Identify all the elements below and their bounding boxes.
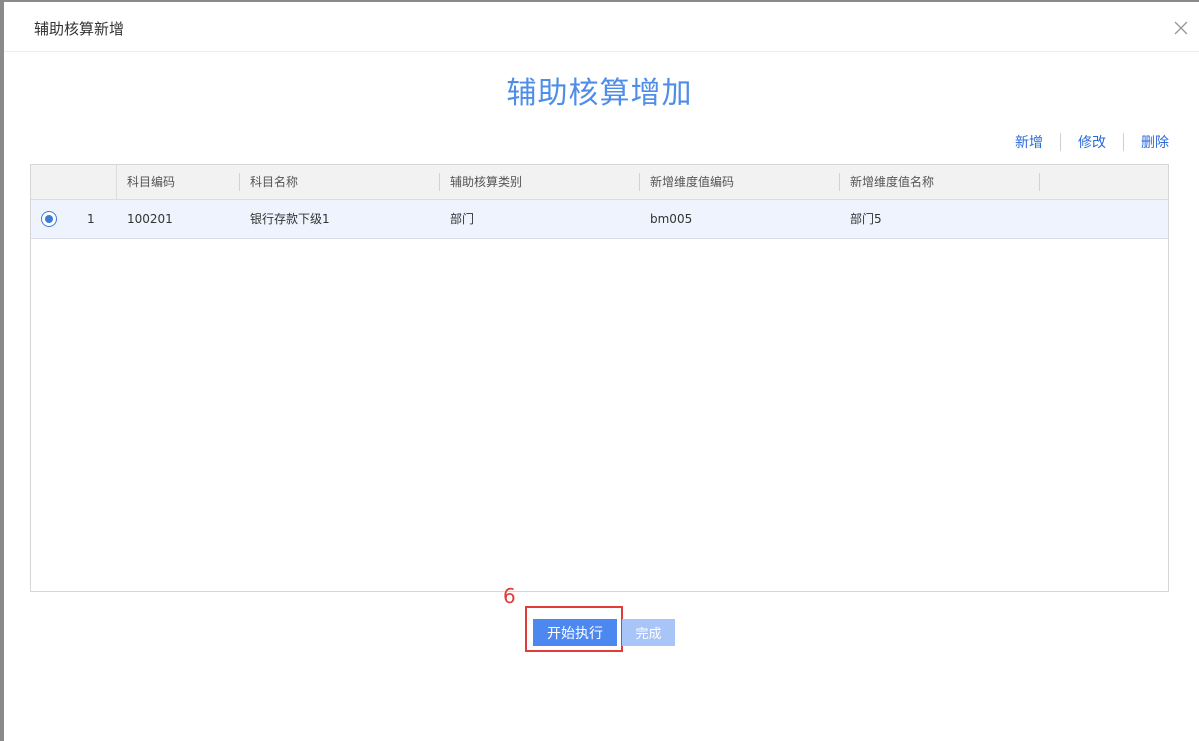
cell-dimension-name[interactable]: 部门5 <box>840 200 882 238</box>
row-number: 1 <box>87 212 95 226</box>
column-header-subject-code[interactable]: 科目编码 <box>117 165 239 199</box>
column-header-subject-name[interactable]: 科目名称 <box>240 165 439 199</box>
column-header-dimension-code[interactable]: 新增维度值编码 <box>640 165 839 199</box>
column-header-dimension-name[interactable]: 新增维度值名称 <box>840 165 1039 199</box>
column-divider[interactable] <box>1039 173 1040 191</box>
action-links: 新增 修改 删除 <box>998 132 1169 152</box>
add-link[interactable]: 新增 <box>998 132 1060 152</box>
dialog-title: 辅助核算新增 <box>34 20 125 38</box>
cell-subject-name[interactable]: 银行存款下级1 <box>240 200 330 238</box>
row-radio[interactable] <box>41 211 57 227</box>
cell-subject-code[interactable]: 100201 <box>117 200 173 238</box>
delete-link[interactable]: 删除 <box>1124 132 1169 152</box>
cell-dimension-code[interactable]: bm005 <box>640 200 692 238</box>
data-grid: 科目编码 科目名称 辅助核算类别 新增维度值编码 新增维度值名称 1 10020… <box>30 164 1169 592</box>
done-button[interactable]: 完成 <box>622 619 675 646</box>
grid-header: 科目编码 科目名称 辅助核算类别 新增维度值编码 新增维度值名称 <box>31 165 1168 200</box>
cell-aux-category[interactable]: 部门 <box>440 200 474 238</box>
table-row[interactable]: 1 100201 银行存款下级1 部门 bm005 部门5 <box>31 200 1168 239</box>
step-annotation-number: 6 <box>503 584 516 608</box>
dialog-header: 辅助核算新增 <box>4 2 1199 52</box>
close-icon[interactable] <box>1171 18 1191 38</box>
edit-link[interactable]: 修改 <box>1061 132 1123 152</box>
start-execute-button[interactable]: 开始执行 <box>533 619 617 646</box>
column-header-aux-category[interactable]: 辅助核算类别 <box>440 165 639 199</box>
page-heading: 辅助核算增加 <box>506 76 693 111</box>
